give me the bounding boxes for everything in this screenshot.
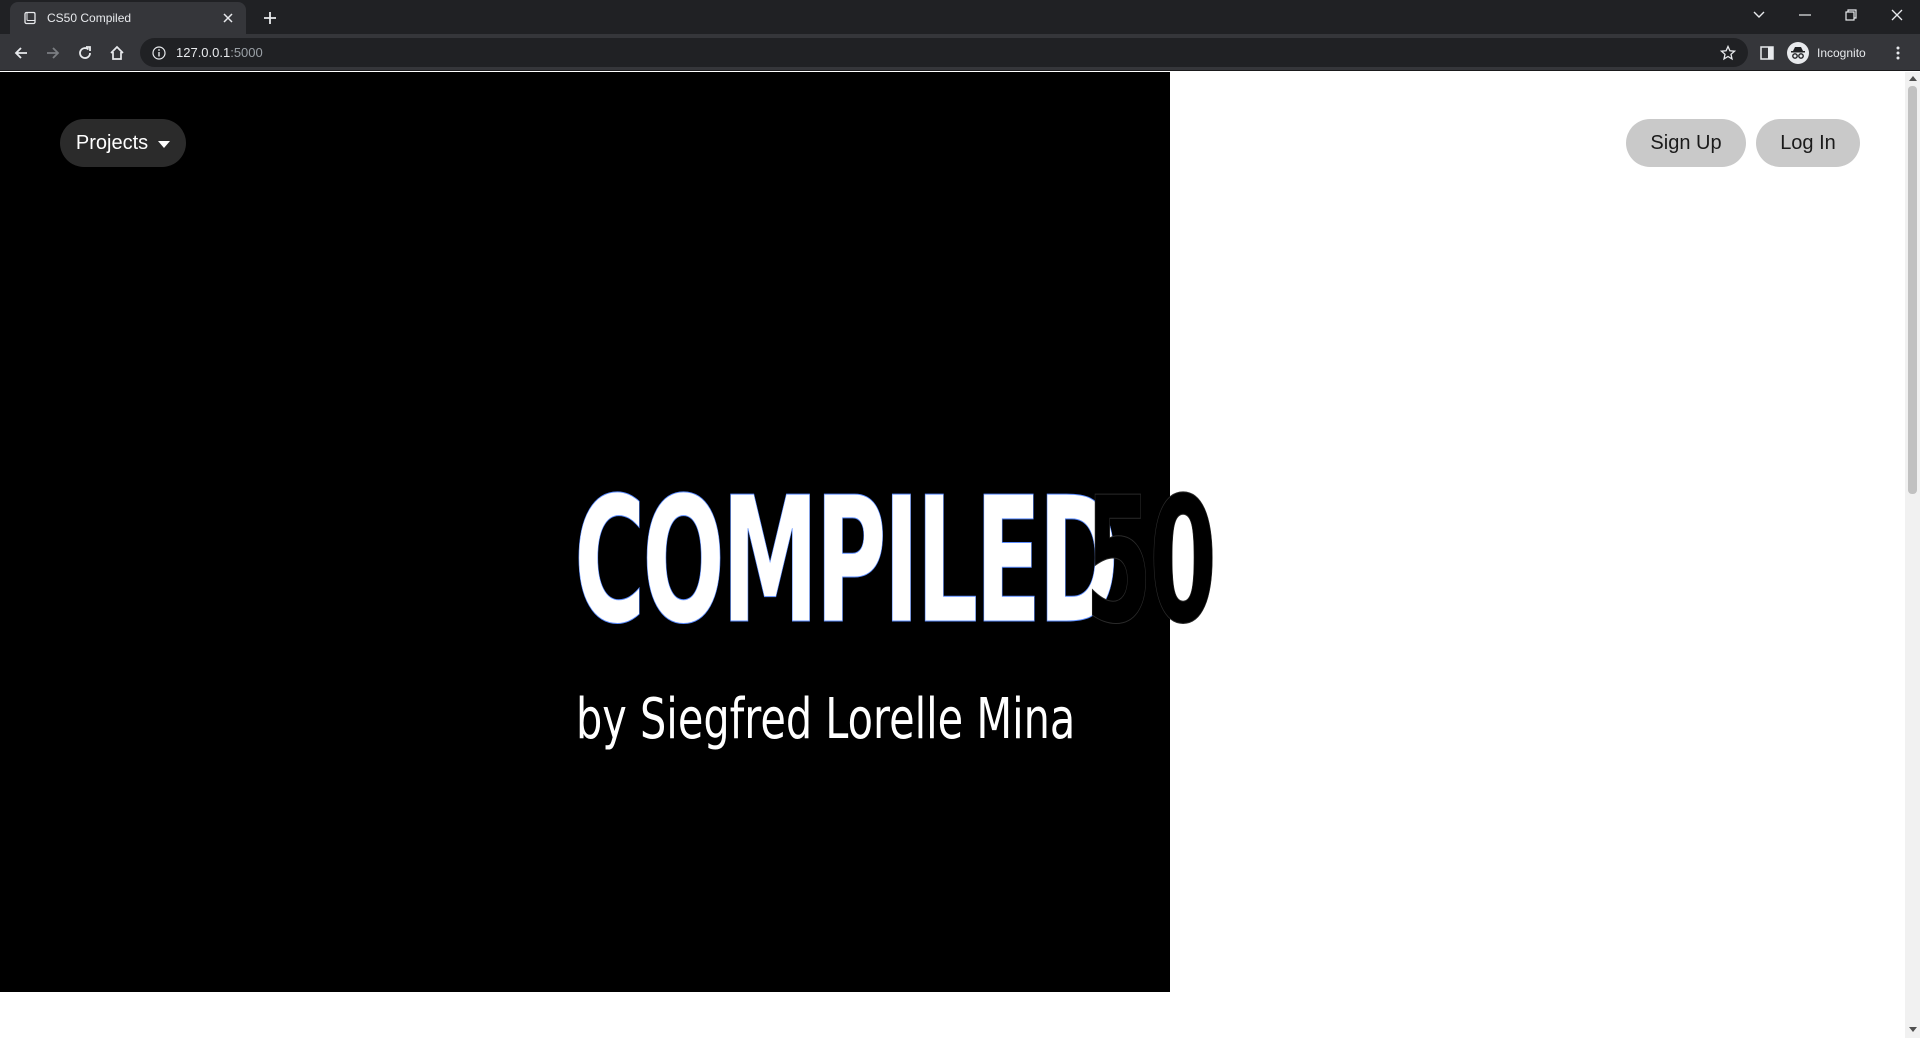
projects-dropdown-button[interactable]: Projects <box>60 119 186 167</box>
browser-tab-strip: CS50 Compiled <box>0 0 1920 34</box>
close-icon[interactable] <box>220 10 236 26</box>
projects-label: Projects <box>75 131 149 154</box>
hero-subtitle: by Siegfred Lorelle Mina <box>576 687 1076 752</box>
scrollbar-thumb[interactable] <box>1908 86 1917 494</box>
tab-search-chevron-down-icon[interactable] <box>1736 0 1782 30</box>
new-tab-plus-icon[interactable] <box>258 6 282 30</box>
side-panel-icon[interactable] <box>1753 39 1781 67</box>
hero-title: COMPILED 50 <box>574 471 1217 652</box>
reload-icon[interactable] <box>71 39 99 67</box>
incognito-icon <box>1787 41 1809 64</box>
sign-up-button[interactable]: Sign Up <box>1626 119 1746 167</box>
bookmark-star-icon[interactable] <box>1719 44 1737 61</box>
caret-down-icon <box>158 140 171 148</box>
browser-toolbar: 127.0.0.1:5000 Incognito <box>0 34 1920 71</box>
page-icon <box>22 10 38 26</box>
page-scrollbar[interactable] <box>1905 72 1920 1038</box>
home-icon[interactable] <box>103 39 131 67</box>
back-arrow-icon[interactable] <box>7 39 35 67</box>
scroll-up-arrow-icon[interactable] <box>1908 74 1917 83</box>
incognito-profile-button[interactable]: Incognito <box>1787 40 1866 65</box>
restore-icon[interactable] <box>1828 0 1874 30</box>
window-close-icon[interactable] <box>1874 0 1920 30</box>
minimize-icon[interactable] <box>1782 0 1828 30</box>
page-viewport: Projects Sign Up Log In COMPILED 50 by S… <box>0 72 1920 1038</box>
hero-title-part2: 50 <box>1084 460 1217 663</box>
browser-tab[interactable]: CS50 Compiled <box>10 2 246 34</box>
forward-arrow-icon[interactable] <box>39 39 67 67</box>
address-bar[interactable]: 127.0.0.1:5000 <box>140 38 1748 67</box>
hero-title-part1: COMPILED <box>574 460 1116 663</box>
tab-title: CS50 Compiled <box>47 11 132 25</box>
scroll-down-arrow-icon[interactable] <box>1908 1025 1917 1034</box>
url-port: :5000 <box>230 45 263 60</box>
url-host: 127.0.0.1 <box>176 45 231 60</box>
incognito-label: Incognito <box>1817 45 1866 60</box>
kebab-menu-icon[interactable] <box>1884 39 1912 67</box>
info-icon[interactable] <box>152 45 166 60</box>
log-in-button[interactable]: Log In <box>1756 119 1860 167</box>
